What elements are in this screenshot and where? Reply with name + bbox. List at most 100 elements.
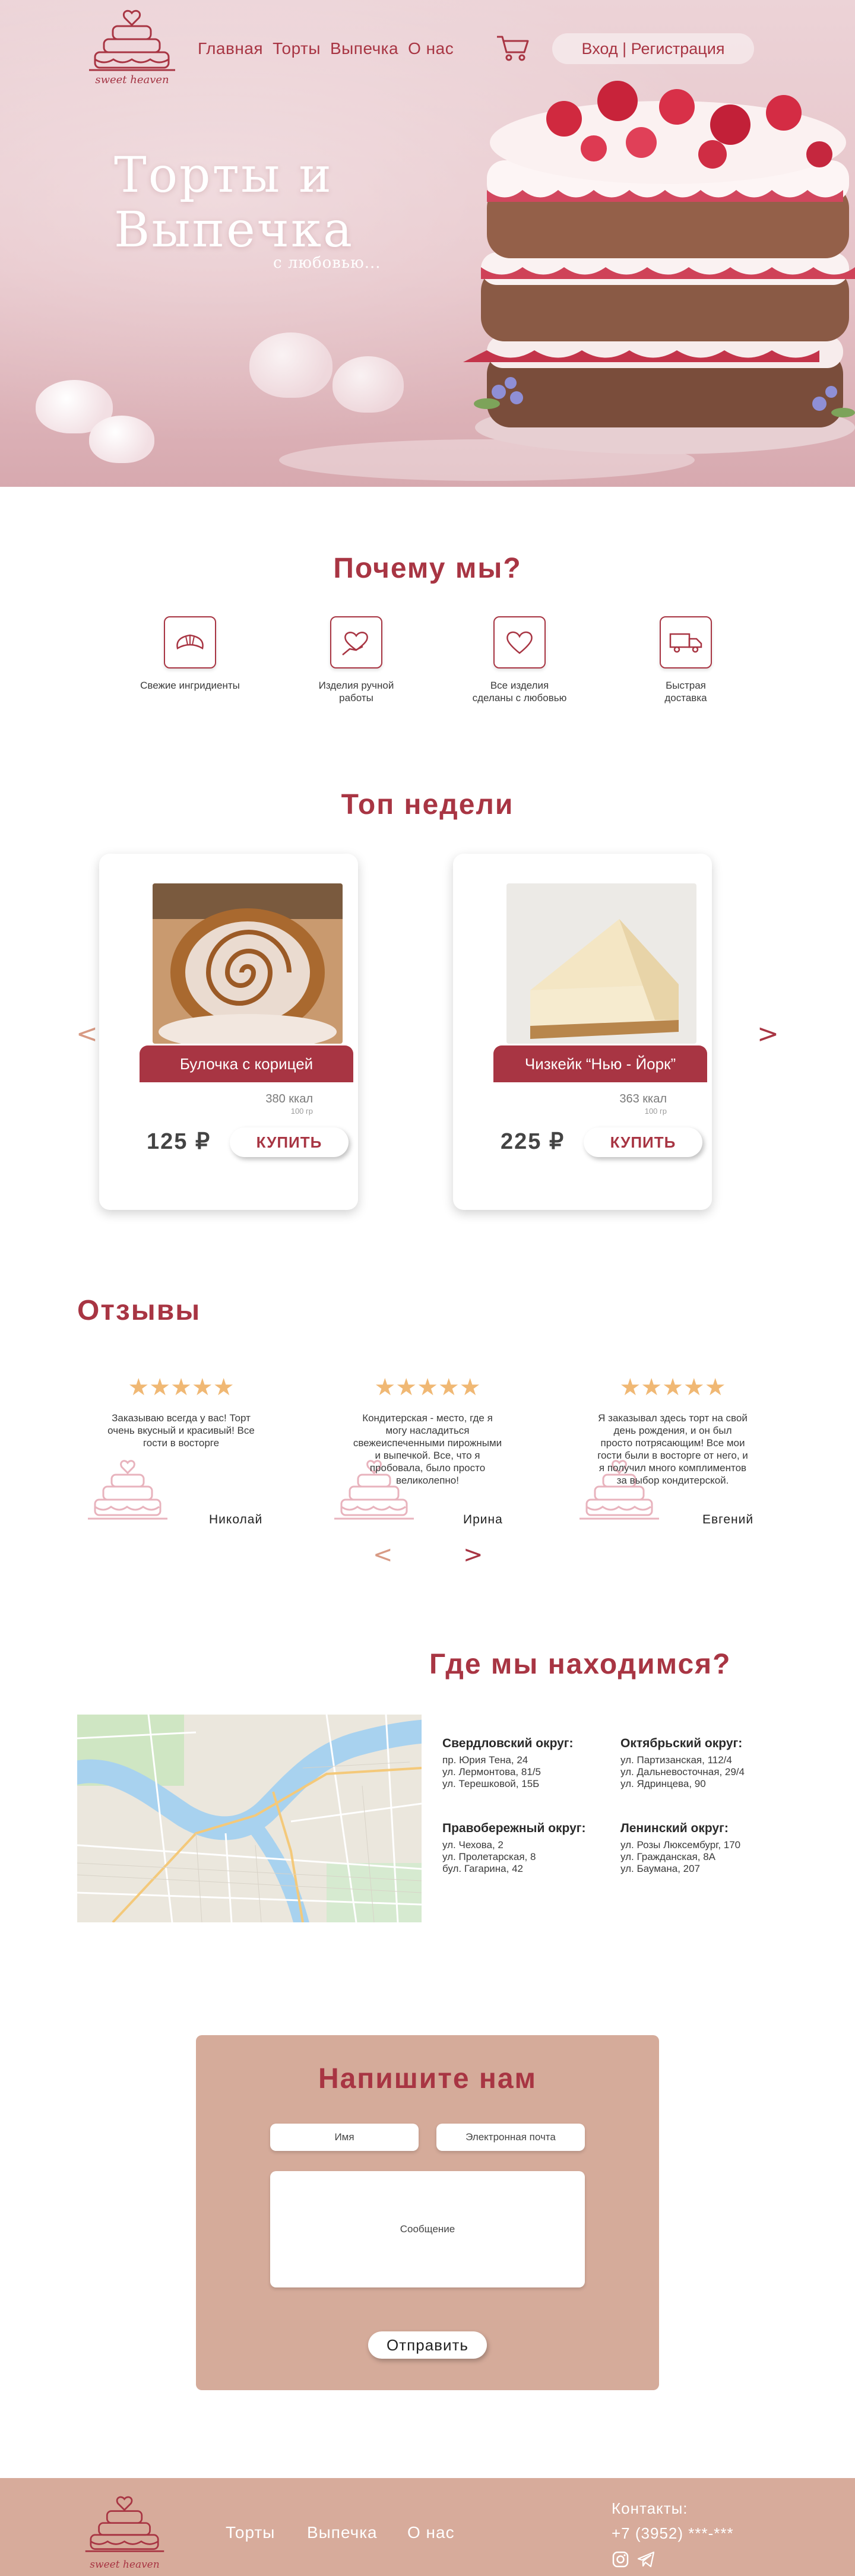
logo-text: sweet heaven	[95, 74, 169, 86]
meringue-decoration	[89, 416, 154, 463]
district-pravoberezhny: Правобережный округ: ул. Чехова, 2 ул. П…	[442, 1821, 586, 1875]
product-price: 225 ₽	[501, 1129, 565, 1154]
name-field[interactable]: Имя	[270, 2124, 419, 2151]
buy-button[interactable]: КУПИТЬ	[584, 1127, 702, 1157]
footer-nav-cakes[interactable]: Торты	[226, 2523, 275, 2542]
meringue-decoration	[332, 356, 404, 413]
hero-subtitle: с любовью...	[273, 254, 381, 272]
top-week-title: Топ недели	[341, 789, 514, 820]
review-text-line: великолепно!	[395, 1475, 459, 1486]
products-prev-arrow[interactable]: <	[76, 1019, 98, 1049]
review-text-line: я получил много комплиментов	[598, 1462, 747, 1474]
nav-item-home[interactable]: Главная	[198, 39, 263, 58]
product-price: 125 ₽	[147, 1129, 211, 1154]
message-field[interactable]: Сообщение	[270, 2171, 585, 2287]
review-text-line: гости в восторге	[142, 1437, 220, 1449]
product-kcal: 380 ккал	[265, 1092, 313, 1105]
feature-fresh: Свежие ингридиенты	[119, 616, 261, 692]
cinnamon-roll-image	[153, 883, 343, 1044]
hero-title-line: Торты и	[114, 147, 333, 204]
footer-nav-pastry[interactable]: Выпечка	[307, 2523, 378, 2542]
district-oktyabrsky: Октябрьский округ: ул. Партизанская, 112…	[620, 1737, 745, 1790]
review-text: Я заказывал здесь торт на свой день рожд…	[575, 1412, 771, 1487]
feature-icon-box	[164, 616, 216, 668]
review-text-line: день рождения, и он был	[613, 1425, 732, 1436]
product-card: Чизкейк “Нью - Йорк” 363 ккал 100 гр 225…	[453, 854, 712, 1210]
truck-icon	[669, 633, 702, 653]
product-weight: 100 гр	[290, 1107, 313, 1116]
district-address: ул. Партизанская, 112/4	[620, 1754, 732, 1766]
feature-label: Все изделия сделаны с любовью	[448, 679, 591, 704]
location-title: Где мы находимся?	[429, 1649, 732, 1680]
nav-item-pastry[interactable]: Выпечка	[330, 39, 398, 58]
cheesecake-image	[506, 883, 696, 1044]
products-next-arrow[interactable]: >	[757, 1019, 779, 1049]
nav-item-about[interactable]: О нас	[408, 39, 454, 58]
district-address: ул. Баумана, 207	[620, 1863, 701, 1874]
cart-icon[interactable]	[496, 34, 530, 62]
product-weight: 100 гр	[644, 1107, 667, 1116]
map-image	[77, 1715, 422, 1922]
district-name: Правобережный округ:	[442, 1821, 586, 1835]
why-us-title: Почему мы?	[333, 553, 522, 584]
footer: sweet heaven Торты Выпечка О нас Контакт…	[0, 2478, 855, 2576]
feature-label: Быстрая доставка	[615, 679, 757, 704]
feature-label: Свежие ингридиенты	[119, 679, 261, 692]
district-name: Октябрьский округ:	[620, 1737, 743, 1750]
reviews-prev-arrow[interactable]: <	[373, 1541, 393, 1569]
city-map[interactable]	[77, 1715, 422, 1922]
reviews-title: Отзывы	[77, 1295, 201, 1326]
review-card: ★★★★★ Заказываю всегда у вас! Торт очень…	[83, 1374, 279, 1449]
contact-form-title: Напишите нам	[318, 2063, 537, 2095]
product-image[interactable]	[506, 883, 696, 1044]
reviewer-name: Ирина	[463, 1513, 503, 1526]
cake-avatar-icon	[88, 1460, 167, 1520]
email-field[interactable]: Электронная почта	[436, 2124, 585, 2151]
district-address: ул. Гражданская, 8А	[620, 1851, 715, 1862]
meringue-decoration	[249, 332, 332, 398]
feature-label: Изделия ручной работы	[285, 679, 428, 704]
main-nav: Главная Торты Выпечка О нас	[198, 37, 454, 61]
submit-button[interactable]: Отправить	[368, 2331, 487, 2359]
croissant-icon	[176, 634, 204, 649]
rating-stars: ★★★★★	[619, 1374, 726, 1401]
footer-nav-about[interactable]: О нас	[407, 2523, 455, 2542]
review-text: Заказываю всегда у вас! Торт очень вкусн…	[83, 1412, 279, 1449]
footer-logo[interactable]	[77, 2495, 172, 2560]
district-address: бул. Гагарина, 42	[442, 1863, 523, 1874]
feature-delivery: Быстрая доставка	[615, 616, 757, 704]
feature-label-line: Все изделия	[490, 680, 549, 691]
district-name: Свердловский округ:	[442, 1737, 574, 1750]
review-card: ★★★★★ Кондитерская - место, где я могу н…	[330, 1374, 525, 1487]
district-name: Ленинский округ:	[620, 1821, 729, 1835]
district-address: ул. Ядринцева, 90	[620, 1778, 706, 1789]
feature-label-line: сделаны с любовью	[472, 692, 567, 704]
review-card: ★★★★★ Я заказывал здесь торт на свой ден…	[575, 1374, 771, 1487]
feature-love: Все изделия сделаны с любовью	[448, 616, 591, 704]
review-text-line: Заказываю всегда у вас! Торт	[112, 1412, 251, 1424]
feature-label-line: работы	[339, 692, 373, 704]
login-register-button[interactable]: Вход | Регистрация	[552, 33, 754, 64]
hero-title-line: Выпечка	[114, 202, 354, 258]
handmade-heart-icon	[342, 632, 368, 655]
hero-banner: sweet heaven Главная Торты Выпечка О нас…	[0, 0, 855, 487]
product-card: Булочка с корицей 380 ккал 100 гр 125 ₽ …	[99, 854, 358, 1210]
instagram-icon[interactable]	[612, 2550, 629, 2568]
feature-label-line: Свежие ингридиенты	[140, 680, 240, 691]
nav-item-cakes[interactable]: Торты	[273, 39, 321, 58]
buy-button[interactable]: КУПИТЬ	[230, 1127, 349, 1157]
district-address: ул. Дальневосточная, 29/4	[620, 1766, 745, 1777]
review-text-line: пробовала, было просто	[369, 1462, 486, 1474]
district-address: ул. Пролетарская, 8	[442, 1851, 536, 1862]
district-leninsky: Ленинский округ: ул. Розы Люксембург, 17…	[620, 1821, 740, 1875]
reviews-next-arrow[interactable]: >	[463, 1541, 483, 1569]
feature-label-line: доставка	[664, 692, 707, 704]
footer-phone[interactable]: +7 (3952) ***-***	[612, 2524, 734, 2543]
product-image[interactable]	[153, 883, 343, 1044]
telegram-icon[interactable]	[636, 2550, 656, 2568]
review-text-line: Я заказывал здесь торт на свой	[598, 1412, 748, 1424]
review-text-line: за выбор кондитерской.	[616, 1475, 729, 1486]
review-text-line: просто потрясающим! Все мои	[600, 1437, 745, 1449]
district-address: ул. Лермонтова, 81/5	[442, 1766, 541, 1777]
footer-contacts-title: Контакты:	[612, 2499, 688, 2517]
